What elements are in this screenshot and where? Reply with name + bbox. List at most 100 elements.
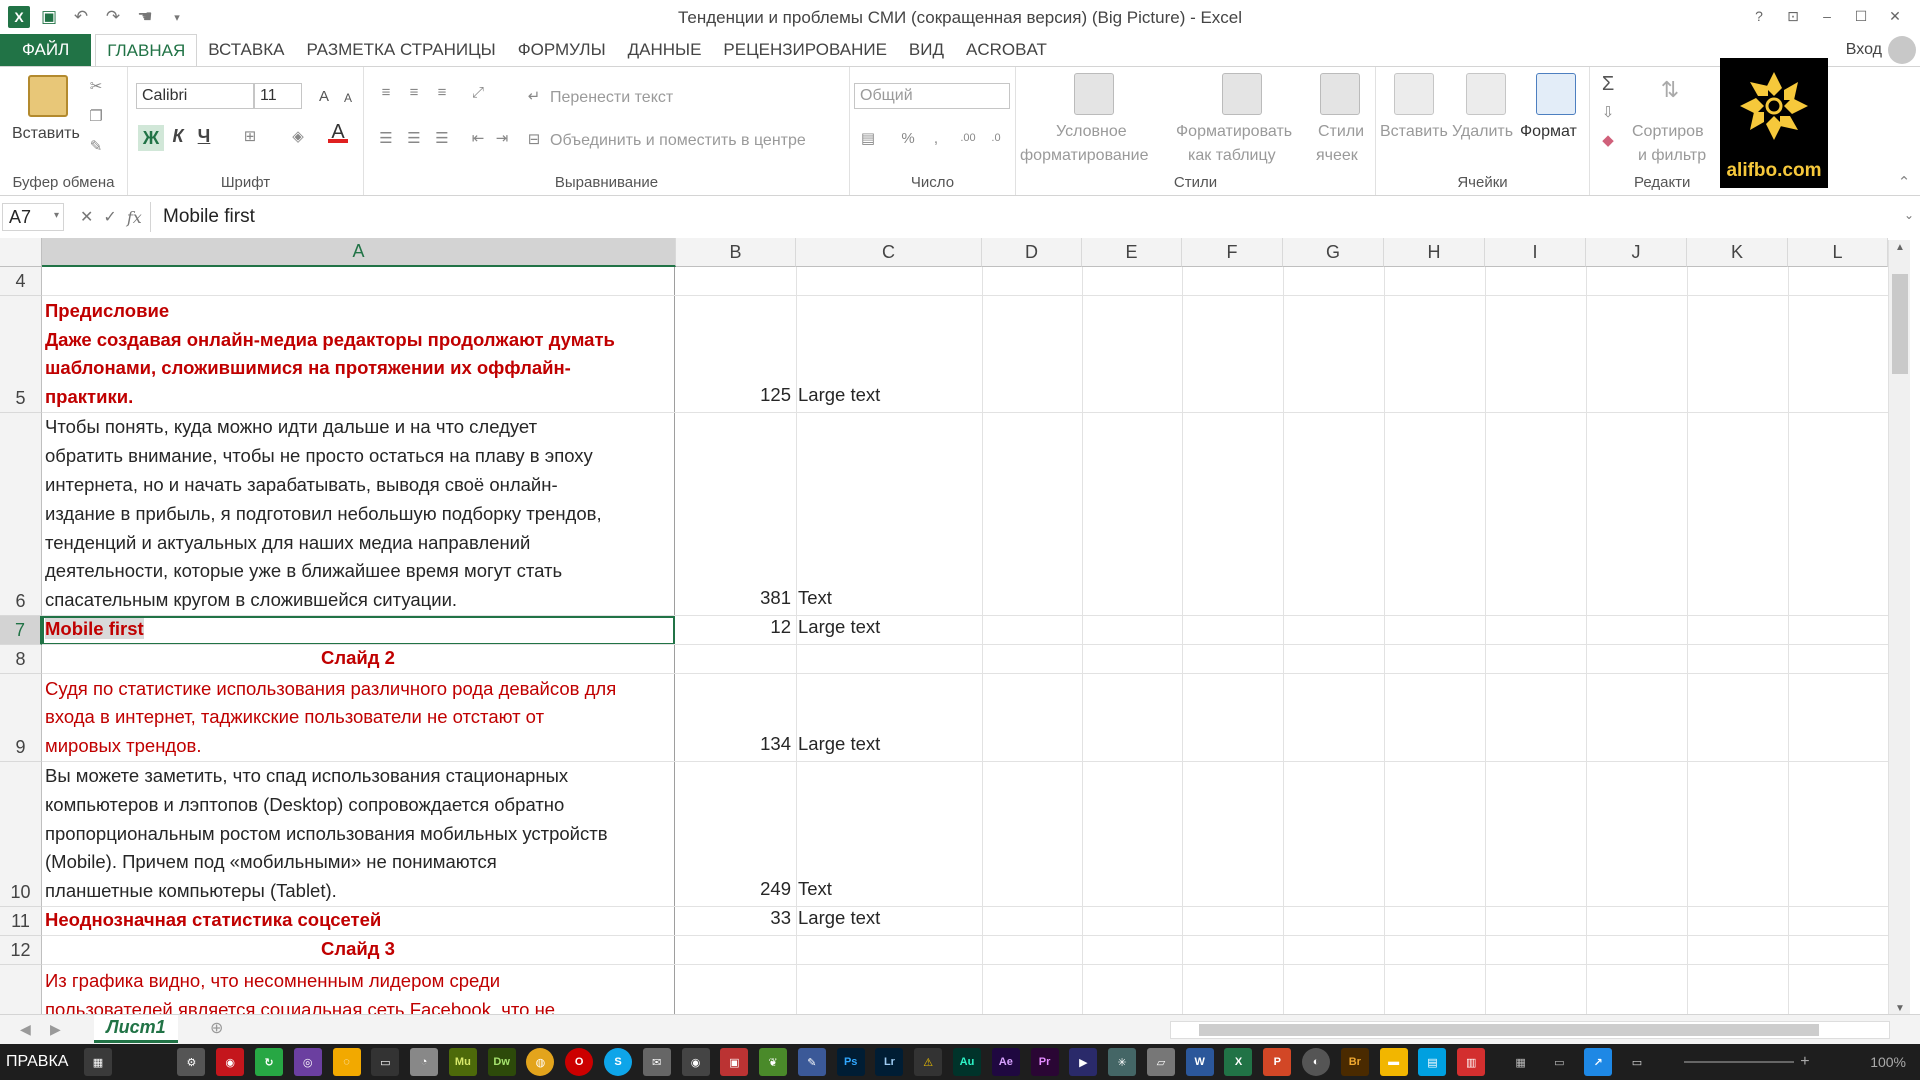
cell-c7[interactable]: Large text	[798, 616, 978, 638]
cell-b11[interactable]: 33	[676, 907, 794, 929]
align-middle-icon[interactable]: ≡	[404, 83, 424, 101]
increase-font-icon[interactable]: A	[314, 87, 334, 105]
horizontal-scroll-thumb[interactable]	[1199, 1024, 1819, 1036]
zoom-slider[interactable]	[1684, 1061, 1795, 1063]
confirm-entry-icon[interactable]: ✓	[103, 207, 116, 227]
tab-acrobat[interactable]: ACROBAT	[955, 34, 1058, 66]
merge-icon[interactable]: ⊟	[524, 130, 544, 148]
cell-styles-button-line2[interactable]: ячеек	[1316, 147, 1358, 165]
column-header-a[interactable]: A	[42, 238, 676, 267]
autosum-icon[interactable]: Σ	[1598, 73, 1618, 95]
align-top-icon[interactable]: ≡	[376, 83, 396, 101]
column-header-g[interactable]: G	[1283, 238, 1384, 267]
bold-button[interactable]: Ж	[138, 125, 164, 151]
column-header-b[interactable]: B	[676, 238, 796, 267]
insert-function-icon[interactable]: fx	[127, 208, 142, 227]
cell-c9[interactable]: Large text	[798, 733, 978, 755]
save-icon[interactable]: ▣	[36, 5, 62, 29]
sign-in-link[interactable]: Вход	[1846, 41, 1882, 59]
sheet-tab-list1[interactable]: Лист1	[94, 1015, 178, 1043]
folder-app-icon[interactable]: ▬	[1379, 1048, 1408, 1076]
row-header-6[interactable]: 6	[0, 413, 42, 616]
undo-icon[interactable]: ↶	[68, 5, 94, 29]
lightroom-app-icon[interactable]: Lr	[875, 1048, 904, 1076]
column-header-h[interactable]: H	[1384, 238, 1485, 267]
column-header-k[interactable]: K	[1687, 238, 1788, 267]
refresh-app-icon[interactable]: ↻	[254, 1048, 283, 1076]
align-center-icon[interactable]: ☰	[404, 129, 424, 147]
row-header-8[interactable]: 8	[0, 645, 42, 674]
cell-b6[interactable]: 381	[676, 587, 794, 609]
tab-home[interactable]: ГЛАВНАЯ	[95, 34, 198, 66]
align-left-icon[interactable]: ☰	[376, 129, 396, 147]
tray-grid-icon[interactable]: ▦	[1507, 1048, 1535, 1076]
sort-filter-button[interactable]: Сортиров	[1632, 123, 1704, 141]
increase-decimal-icon[interactable]: .00	[958, 129, 978, 147]
align-bottom-icon[interactable]: ≡	[432, 83, 452, 101]
delete-cells-icon[interactable]	[1466, 73, 1506, 115]
scroll-down-icon[interactable]: ▼	[1895, 1003, 1905, 1014]
help-button[interactable]: ?	[1742, 4, 1776, 28]
cell-a9[interactable]: Судя по статистике использования различн…	[42, 674, 675, 762]
cell-c11[interactable]: Large text	[798, 907, 978, 929]
after-effects-app-icon[interactable]: Ae	[991, 1048, 1020, 1076]
percent-icon[interactable]: %	[898, 129, 918, 147]
cell-a10[interactable]: Вы можете заметить, что спад использован…	[42, 762, 675, 907]
disc-app-icon[interactable]: ◉	[681, 1048, 710, 1076]
network-app-icon[interactable]: ✳	[1108, 1048, 1137, 1076]
cell-a8[interactable]: Слайд 2	[42, 645, 675, 674]
collapse-ribbon-icon[interactable]: ⌃	[1894, 173, 1914, 191]
conditional-format-icon[interactable]	[1074, 73, 1114, 115]
keyboard-app-icon[interactable]: ▭	[371, 1048, 400, 1076]
horizontal-scrollbar[interactable]	[1170, 1021, 1890, 1039]
paste-button[interactable]: Вставить	[12, 125, 80, 143]
muse-app-icon[interactable]: Mu	[448, 1048, 477, 1076]
font-size-combo[interactable]: 11	[254, 83, 302, 109]
scroll-up-icon[interactable]: ▲	[1895, 242, 1905, 253]
cell-c10[interactable]: Text	[798, 878, 978, 900]
merge-center-button[interactable]: Объединить и поместить в центре	[550, 132, 806, 150]
wrap-text-icon[interactable]: ↵	[524, 87, 544, 105]
orientation-icon[interactable]: ⤢	[468, 83, 488, 101]
add-sheet-icon[interactable]: ⊕	[210, 1018, 223, 1038]
sheet-prev-icon[interactable]: ◀	[20, 1021, 31, 1038]
currency-icon[interactable]: ▤	[858, 129, 878, 147]
row-header-9[interactable]: 9	[0, 674, 42, 762]
security-app-icon[interactable]: ◐	[1302, 1048, 1331, 1076]
cell-b5[interactable]: 125	[676, 384, 794, 406]
decrease-font-icon[interactable]: A	[338, 89, 358, 107]
number-format-combo[interactable]: Общий	[854, 83, 1010, 109]
tab-formulas[interactable]: ФОРМУЛЫ	[507, 34, 617, 66]
excel-taskbar-icon[interactable]: X	[1224, 1048, 1253, 1076]
format-cells-icon[interactable]	[1536, 73, 1576, 115]
format-cells-button[interactable]: Формат	[1520, 123, 1577, 141]
tray-monitor-icon[interactable]: ▭	[1545, 1048, 1573, 1076]
download-app-icon[interactable]: ◌	[332, 1048, 361, 1076]
macro-record-icon[interactable]: ▦	[84, 1048, 112, 1076]
cell-a13[interactable]: Из графика видно, что несомненным лидеро…	[42, 965, 675, 1014]
cell-a11[interactable]: Неоднозначная статистика соцсетей	[42, 907, 675, 936]
cell-b7[interactable]: 12	[676, 616, 794, 638]
leaf-app-icon[interactable]: ❦	[759, 1048, 788, 1076]
borders-icon[interactable]: ⊞	[240, 127, 260, 145]
tab-insert[interactable]: ВСТАВКА	[197, 34, 295, 66]
minimize-button[interactable]: –	[1810, 4, 1844, 28]
media-app-icon[interactable]: ◎	[293, 1048, 322, 1076]
column-header-l[interactable]: L	[1788, 238, 1888, 267]
zoom-in-icon[interactable]: +	[1800, 1053, 1809, 1071]
photoshop-app-icon[interactable]: Ps	[836, 1048, 865, 1076]
format-as-table-icon[interactable]	[1222, 73, 1262, 115]
sheet-next-icon[interactable]: ▶	[50, 1021, 61, 1038]
user-avatar-icon[interactable]	[1888, 36, 1916, 64]
cancel-entry-icon[interactable]: ✕	[80, 207, 93, 227]
store-app-icon[interactable]: ▤	[1418, 1048, 1447, 1076]
clear-icon[interactable]: ◆	[1598, 131, 1618, 149]
powerpoint-app-icon[interactable]: P	[1263, 1048, 1292, 1076]
align-right-icon[interactable]: ☰	[432, 129, 452, 147]
insert-cells-button[interactable]: Вставить	[1380, 123, 1448, 141]
tab-file[interactable]: ФАЙЛ	[0, 34, 92, 66]
column-header-c[interactable]: C	[796, 238, 982, 267]
cell-c5[interactable]: Large text	[798, 384, 978, 406]
cell-a6[interactable]: Чтобы понять, куда можно идти дальше и н…	[42, 413, 675, 616]
column-header-i[interactable]: I	[1485, 238, 1586, 267]
